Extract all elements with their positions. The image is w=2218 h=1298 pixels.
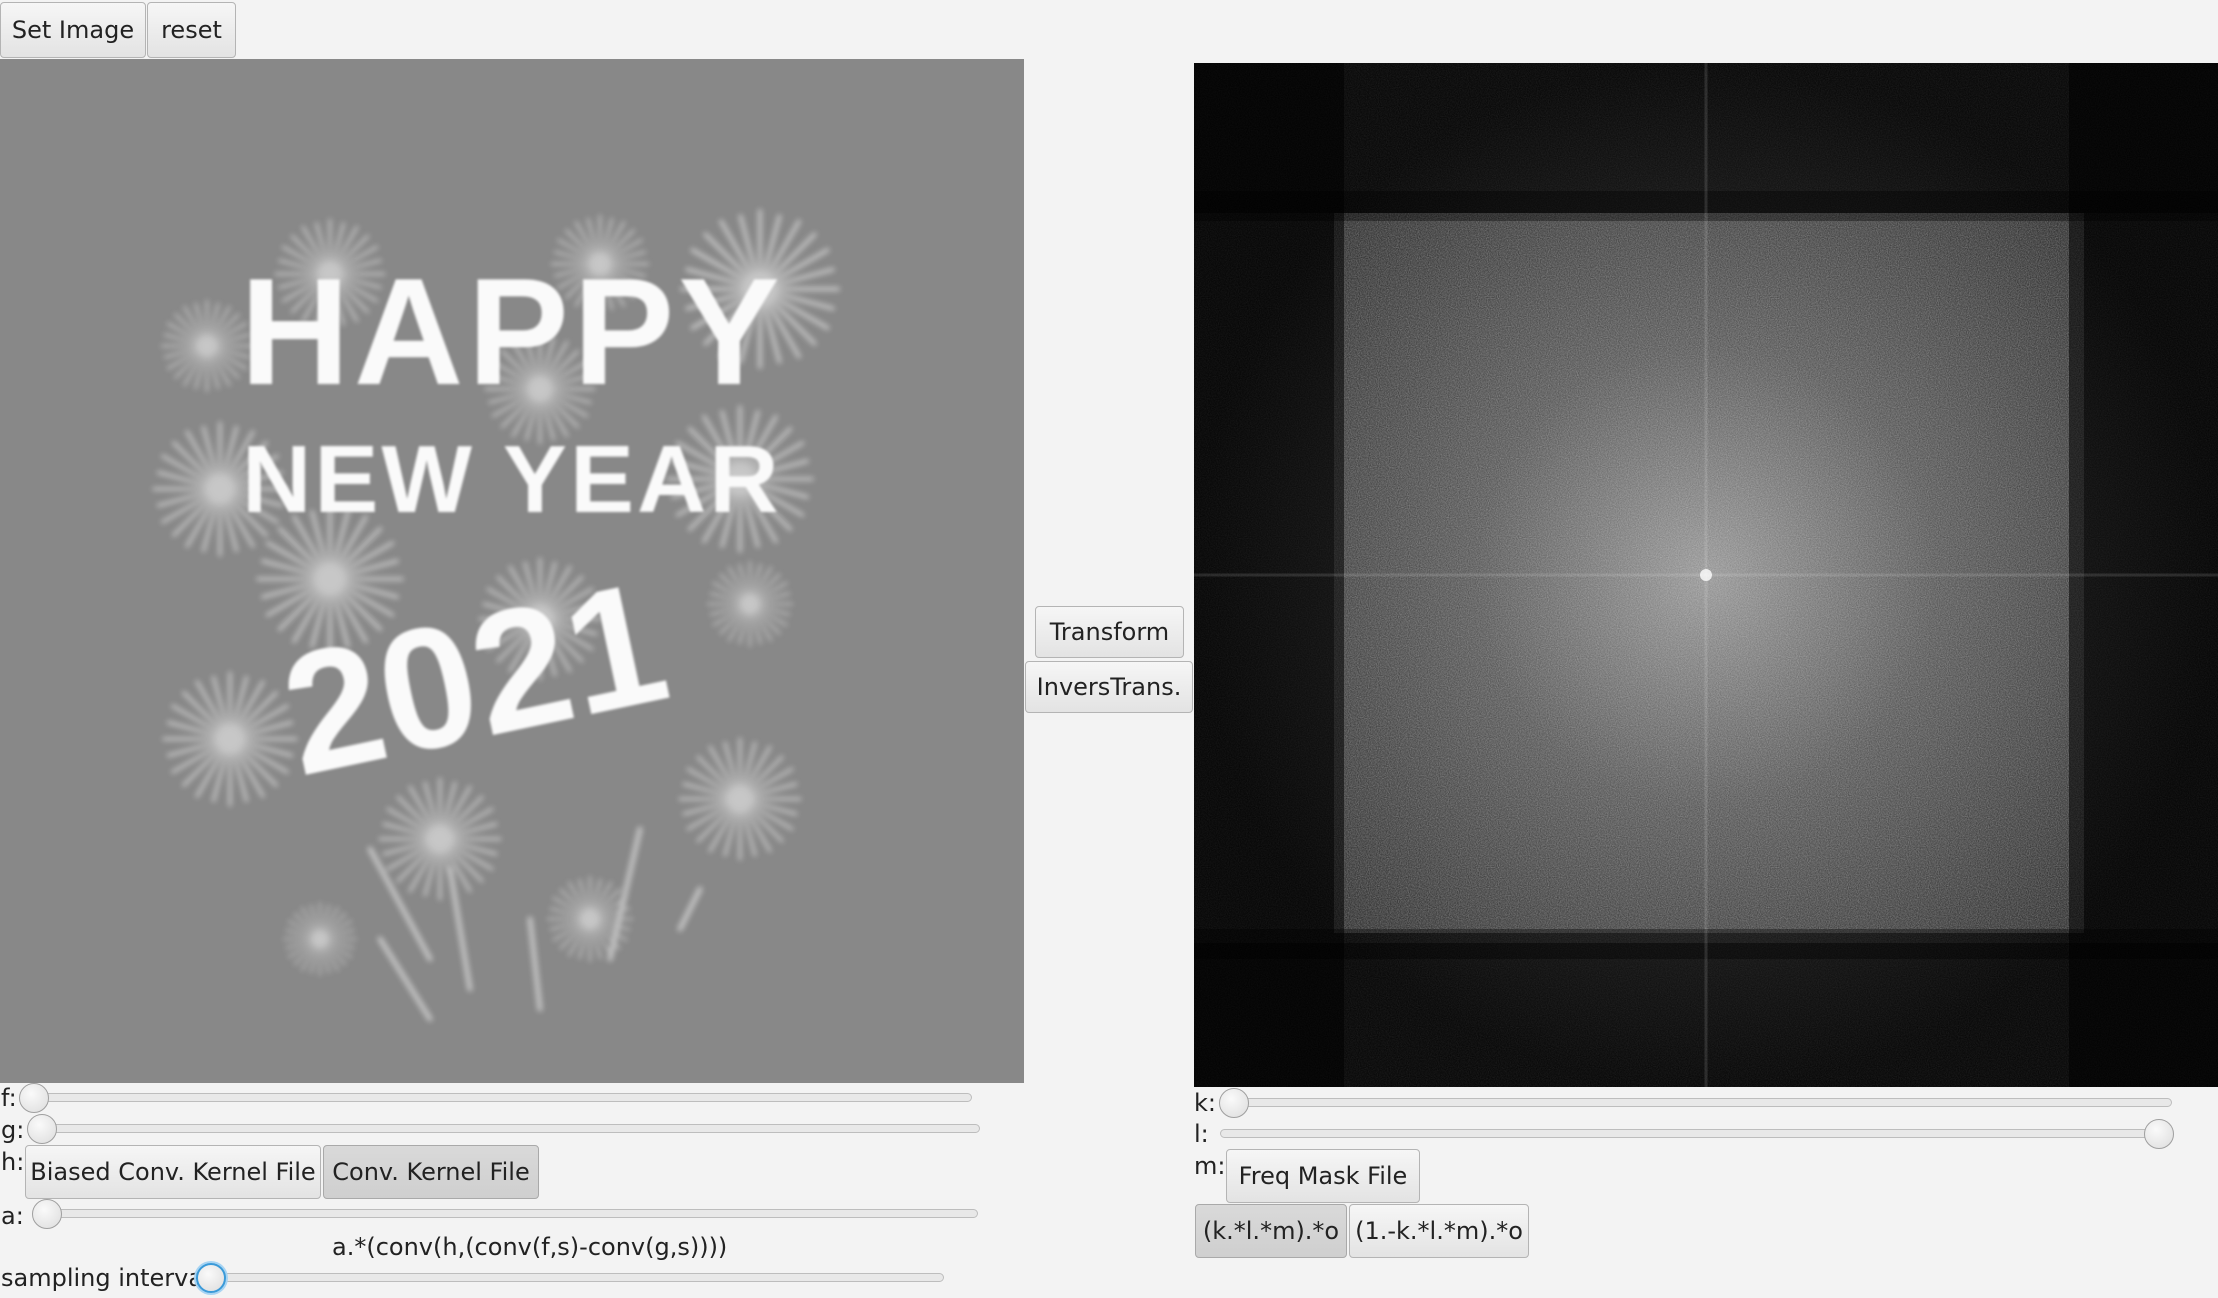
- text-new-year: NEW YEAR: [242, 426, 782, 533]
- g-label: g:: [1, 1116, 25, 1144]
- f-label: f:: [1, 1084, 17, 1112]
- reset-button[interactable]: reset: [147, 2, 236, 58]
- sampling-interval-label: sampling interval:: [1, 1264, 218, 1292]
- freq-mask-file-button[interactable]: Freq Mask File: [1226, 1149, 1420, 1203]
- source-image-canvas: HAPPY NEW YEAR 2021: [0, 59, 1024, 1083]
- f-slider-track[interactable]: [26, 1093, 972, 1102]
- k-label: k:: [1194, 1089, 1216, 1117]
- sampling-interval-slider-track[interactable]: [212, 1273, 944, 1282]
- a-slider-thumb[interactable]: [32, 1199, 62, 1229]
- l-slider-thumb[interactable]: [2144, 1119, 2174, 1149]
- text-happy: HAPPY: [240, 247, 784, 417]
- l-label: l:: [1194, 1120, 1209, 1148]
- biased-conv-kernel-file-button[interactable]: Biased Conv. Kernel File: [25, 1145, 321, 1199]
- h-label: h:: [1, 1148, 25, 1176]
- formula-label: a.*(conv(h,(conv(f,s)-conv(g,s)))): [332, 1233, 728, 1261]
- a-label: a:: [1, 1202, 24, 1230]
- g-slider-thumb[interactable]: [27, 1114, 57, 1144]
- app-window: Set Image reset HAPPY NEW YEAR 2021 Tran…: [0, 0, 2218, 1298]
- inverse-transform-button[interactable]: InversTrans.: [1025, 661, 1193, 713]
- set-image-button[interactable]: Set Image: [0, 2, 146, 58]
- fireworks-image: HAPPY NEW YEAR 2021: [152, 209, 840, 1022]
- mode-mask-multiply-button[interactable]: (k.*l.*m).*o: [1195, 1204, 1347, 1258]
- k-slider-thumb[interactable]: [1219, 1088, 1249, 1118]
- mode-mask-inverse-button[interactable]: (1.-k.*l.*m).*o: [1349, 1204, 1529, 1258]
- transform-button[interactable]: Transform: [1035, 606, 1184, 658]
- l-slider-track[interactable]: [1220, 1129, 2170, 1138]
- m-label: m:: [1194, 1152, 1226, 1180]
- f-slider-thumb[interactable]: [19, 1083, 49, 1113]
- a-slider-track[interactable]: [40, 1209, 978, 1218]
- conv-kernel-file-button[interactable]: Conv. Kernel File: [323, 1145, 539, 1199]
- g-slider-track[interactable]: [34, 1124, 980, 1133]
- sampling-interval-slider-thumb[interactable]: [196, 1263, 226, 1293]
- spectrum-canvas: [1194, 63, 2218, 1087]
- k-slider-track[interactable]: [1222, 1098, 2172, 1107]
- fourier-spectrum-image: [1194, 63, 2218, 1087]
